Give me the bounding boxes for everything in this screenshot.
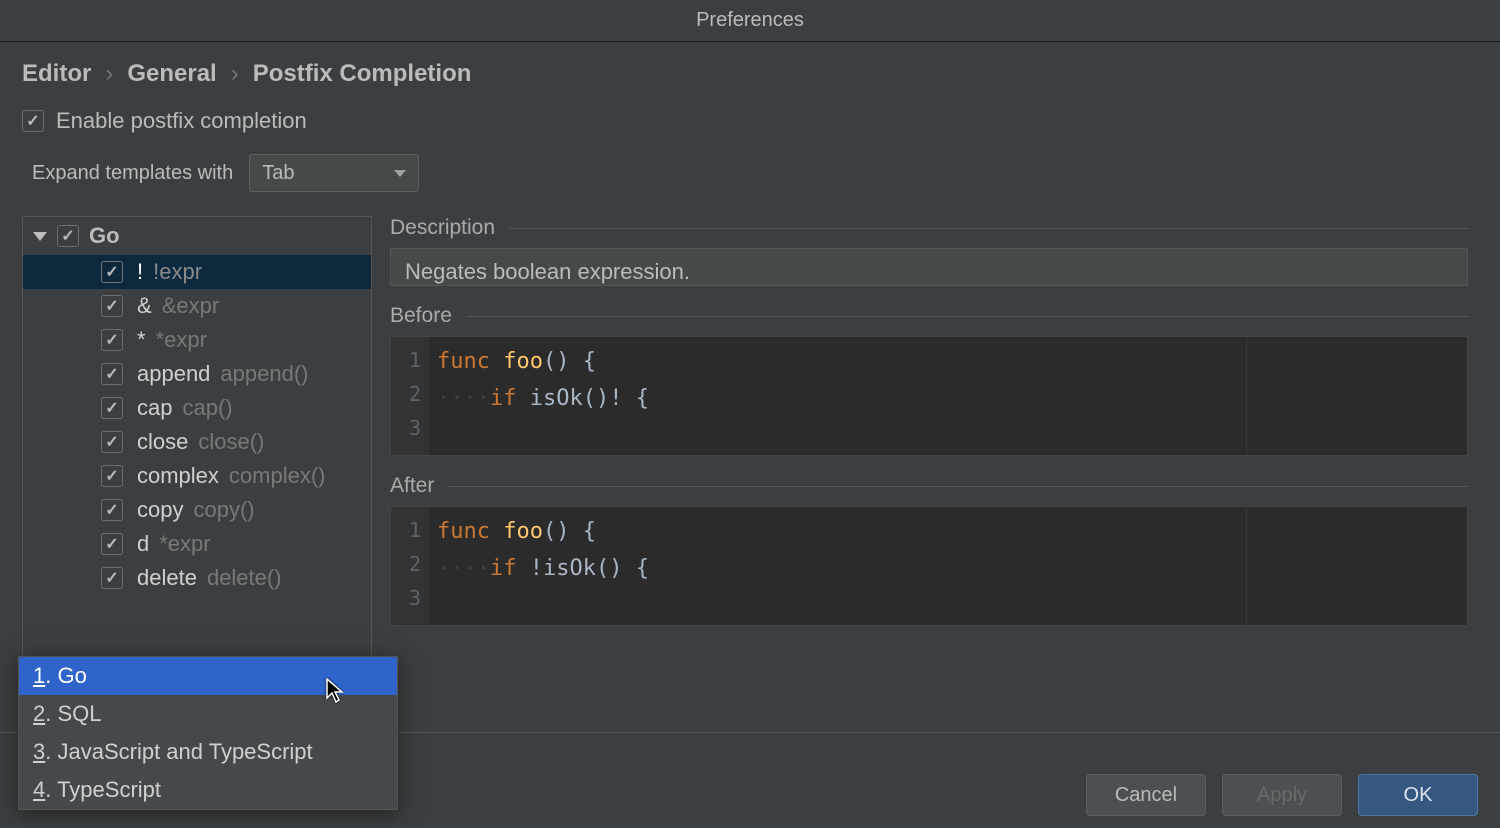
description-text: Negates boolean expression. [390,248,1468,286]
template-hint: *expr [159,531,210,557]
template-checkbox[interactable] [101,363,123,385]
template-checkbox[interactable] [101,567,123,589]
tree-item[interactable]: append append() [23,357,371,391]
after-code: 123 func foo() { ····if !isOk() { [390,506,1468,626]
template-hint: delete() [207,565,282,591]
ok-button[interactable]: OK [1358,774,1478,816]
breadcrumb-item: Postfix Completion [253,60,472,88]
tree-item[interactable]: * *expr [23,323,371,357]
window-title: Preferences [0,0,1500,42]
template-hint: !expr [153,259,202,285]
enable-postfix-label: Enable postfix completion [56,108,307,134]
breadcrumb-item[interactable]: General [127,60,216,88]
cancel-button[interactable]: Cancel [1086,774,1206,816]
template-key: ! [137,259,143,285]
template-key: d [137,531,149,557]
chevron-down-icon [394,170,406,177]
breadcrumb: Editor › General › Postfix Completion [22,60,1478,88]
tree-item[interactable]: ! !expr [23,255,371,289]
before-label: Before [390,304,452,328]
popup-item[interactable]: 3. JavaScript and TypeScript [19,733,397,771]
template-key: complex [137,463,219,489]
template-checkbox[interactable] [101,465,123,487]
template-hint: complex() [229,463,326,489]
description-label: Description [390,216,495,240]
tree-item[interactable]: copy copy() [23,493,371,527]
tree-item[interactable]: delete delete() [23,561,371,595]
gutter: 123 [391,337,429,455]
triangle-down-icon [33,232,47,241]
template-hint: *expr [156,327,207,353]
expand-templates-select[interactable]: Tab [249,154,419,192]
tree-item[interactable]: d *expr [23,527,371,561]
divider [448,486,1468,487]
tree-item[interactable]: complex complex() [23,459,371,493]
template-hint: copy() [193,497,254,523]
template-checkbox[interactable] [101,261,123,283]
template-key: append [137,361,210,387]
expand-templates-value: Tab [262,162,294,185]
template-key: delete [137,565,197,591]
template-checkbox[interactable] [101,329,123,351]
template-checkbox[interactable] [101,533,123,555]
template-checkbox[interactable] [101,431,123,453]
template-key: & [137,293,152,319]
template-hint: close() [198,429,264,455]
template-key: * [137,327,146,353]
template-hint: &expr [162,293,219,319]
group-checkbox[interactable] [57,225,79,247]
breadcrumb-item[interactable]: Editor [22,60,91,88]
chevron-right-icon: › [231,60,239,88]
template-hint: append() [220,361,308,387]
template-hint: cap() [182,395,232,421]
tree-item[interactable]: & &expr [23,289,371,323]
divider [466,316,1468,317]
template-key: close [137,429,188,455]
before-code: 123 func foo() { ····if isOk()! { [390,336,1468,456]
template-checkbox[interactable] [101,397,123,419]
template-key: cap [137,395,172,421]
popup-item[interactable]: 4. TypeScript [19,771,397,809]
template-key: copy [137,497,183,523]
chevron-right-icon: › [105,60,113,88]
gutter: 123 [391,507,429,625]
tree-item[interactable]: cap cap() [23,391,371,425]
mouse-cursor-icon [326,678,346,710]
divider [509,228,1468,229]
after-label: After [390,474,434,498]
apply-button[interactable]: Apply [1222,774,1342,816]
tree-group-go[interactable]: Go [23,217,371,255]
enable-postfix-checkbox[interactable] [22,110,44,132]
expand-templates-label: Expand templates with [32,162,233,185]
tree-item[interactable]: close close() [23,425,371,459]
template-checkbox[interactable] [101,499,123,521]
group-label: Go [89,223,120,249]
template-checkbox[interactable] [101,295,123,317]
